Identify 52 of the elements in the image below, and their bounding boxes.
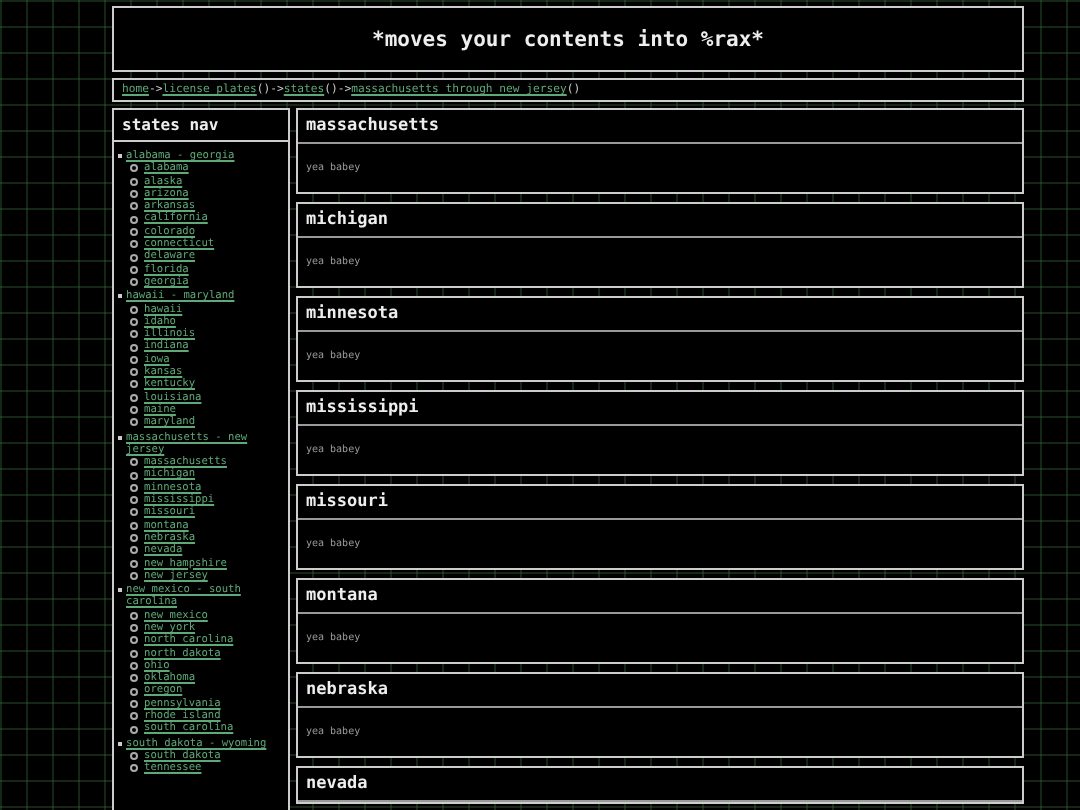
bullet-icon <box>130 177 138 186</box>
card-title: nebraska <box>298 674 1022 708</box>
card-title: montana <box>298 580 1022 614</box>
card-title: missouri <box>298 486 1022 520</box>
bullet-icon <box>130 368 138 377</box>
bullet-icon <box>130 190 138 199</box>
bullet-icon <box>130 624 138 633</box>
bullet-icon <box>130 318 138 326</box>
bullet-icon <box>130 521 138 530</box>
bullet-icon <box>130 265 138 274</box>
bullet-icon <box>130 611 138 620</box>
bullet-icon <box>130 649 138 658</box>
bullet-icon <box>130 202 138 211</box>
bullet-icon <box>130 546 138 555</box>
bullet-icon <box>130 508 138 517</box>
bullet-icon <box>130 458 138 467</box>
bullet-icon <box>130 227 138 236</box>
bullet-icon <box>130 699 138 708</box>
bullet-icon <box>130 712 138 721</box>
bullet-icon <box>130 305 138 314</box>
bullet-icon <box>130 164 138 173</box>
bullet-icon <box>130 764 138 773</box>
card-title: minnesota <box>298 298 1022 332</box>
bullet-icon <box>130 406 138 415</box>
bullet-icon <box>130 355 138 364</box>
bullet-icon <box>130 393 138 402</box>
bullet-icon <box>130 636 138 645</box>
sidebar-title: states nav <box>114 110 288 142</box>
bullet-icon <box>130 571 138 580</box>
card-title: michigan <box>298 204 1022 238</box>
site-title: *moves your contents into %rax* <box>372 27 764 51</box>
bullet-icon <box>130 418 138 427</box>
bullet-icon <box>130 215 138 224</box>
bullet-icon <box>130 559 138 568</box>
bullet-icon <box>130 483 138 492</box>
bullet-icon <box>130 380 138 389</box>
bullet-icon <box>130 253 138 262</box>
card-title: mississippi <box>298 392 1022 426</box>
bullet-icon <box>130 330 138 339</box>
bullet-icon <box>130 752 138 761</box>
bullet-icon <box>130 534 138 543</box>
bullet-icon <box>130 662 138 671</box>
card-title: nevada <box>298 768 1022 802</box>
bullet-icon <box>130 343 138 352</box>
bullet-icon <box>130 674 138 683</box>
bullet-icon <box>130 471 138 480</box>
bullet-icon <box>130 278 138 287</box>
card-title: massachusetts <box>298 110 1022 144</box>
bullet-icon <box>130 725 138 733</box>
bullet-icon <box>130 496 138 505</box>
bullet-icon <box>130 240 138 249</box>
bullet-icon <box>130 687 138 696</box>
